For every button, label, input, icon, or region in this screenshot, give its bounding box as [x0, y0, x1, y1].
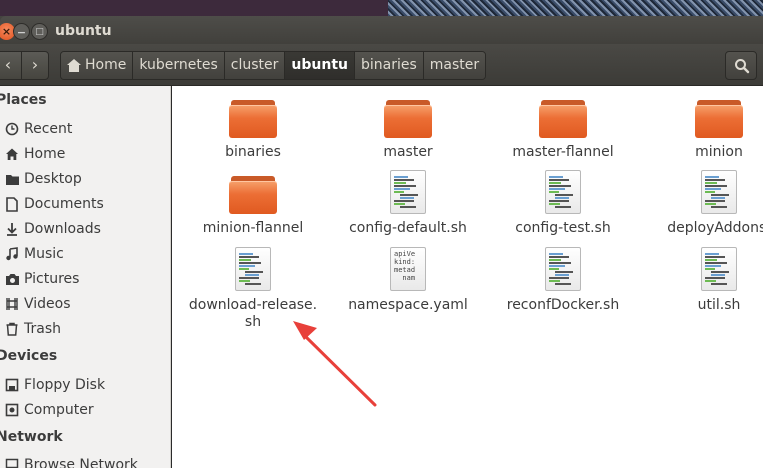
network-header: Network	[0, 429, 63, 445]
maximize-window-button[interactable]: □	[31, 23, 48, 40]
sidebar-item-desktop[interactable]: Desktop	[4, 168, 82, 190]
sidebar-item-label: Trash	[24, 321, 61, 337]
breadcrumb-label: kubernetes	[139, 57, 218, 73]
file-view: binaries master master-flannel minion mi…	[172, 86, 763, 468]
music-note-icon	[4, 246, 20, 262]
sidebar-item-trash[interactable]: Trash	[4, 318, 61, 340]
devices-header: Devices	[0, 348, 58, 364]
sidebar-item-label: Documents	[24, 196, 104, 212]
breadcrumb-label: cluster	[230, 57, 279, 73]
breadcrumb-master[interactable]: master	[423, 52, 486, 79]
forward-button[interactable]: ›	[21, 51, 49, 80]
window-title: ubuntu	[55, 23, 112, 39]
breadcrumb-ubuntu[interactable]: ubuntu	[285, 52, 356, 79]
desktop-background-left	[0, 0, 388, 16]
sidebar-item-recent[interactable]: Recent	[4, 118, 72, 140]
breadcrumb-home[interactable]: Home	[61, 52, 134, 79]
sidebar-item-label: Videos	[24, 296, 71, 312]
search-button[interactable]	[725, 51, 757, 80]
sidebar-item-label: Downloads	[24, 221, 101, 237]
documents-icon	[4, 196, 20, 212]
network-icon	[4, 457, 20, 468]
sidebar-item-documents[interactable]: Documents	[4, 193, 104, 215]
home-icon	[67, 59, 81, 72]
desktop-background-photo	[388, 0, 763, 16]
back-button[interactable]: ‹	[0, 51, 22, 80]
minimize-icon: −	[16, 26, 27, 39]
computer-icon	[4, 402, 20, 418]
home-icon	[4, 146, 20, 162]
sidebar-item-label: Recent	[24, 121, 73, 137]
toolbar: ‹ › Home kubernetes cluster ubuntu binar…	[0, 44, 763, 86]
sidebar: Places Recent Home Desktop Documents Dow…	[0, 86, 171, 468]
film-icon	[4, 296, 20, 312]
chevron-right-icon: ›	[31, 55, 39, 74]
breadcrumb-cluster[interactable]: cluster	[224, 52, 286, 79]
breadcrumb-label: binaries	[361, 57, 417, 73]
breadcrumb-label: master	[429, 57, 480, 73]
sidebar-item-label: Browse Network	[24, 457, 138, 468]
desktop-folder-icon	[4, 171, 20, 187]
trash-icon	[4, 321, 20, 337]
close-icon: ×	[1, 25, 12, 38]
download-arrow-icon	[4, 221, 20, 237]
sidebar-item-computer[interactable]: Computer	[4, 399, 94, 421]
chevron-left-icon: ‹	[4, 55, 12, 74]
floppy-icon	[4, 377, 20, 393]
breadcrumb-binaries[interactable]: binaries	[355, 52, 424, 79]
annotation-arrow	[293, 321, 377, 407]
breadcrumb: Home kubernetes cluster ubuntu binaries …	[60, 51, 487, 80]
sidebar-item-music[interactable]: Music	[4, 243, 64, 265]
sidebar-item-pictures[interactable]: Pictures	[4, 268, 79, 290]
sidebar-item-label: Pictures	[24, 271, 80, 287]
clock-icon	[4, 121, 20, 137]
sidebar-item-downloads[interactable]: Downloads	[4, 218, 101, 240]
minimize-window-button[interactable]: −	[13, 23, 30, 40]
sidebar-item-browse-network[interactable]: Browse Network	[4, 454, 138, 468]
breadcrumb-label: Home	[85, 57, 127, 73]
maximize-icon: □	[35, 27, 44, 37]
sidebar-item-floppy-disk[interactable]: Floppy Disk	[4, 374, 105, 396]
sidebar-item-label: Music	[24, 246, 64, 262]
sidebar-item-home[interactable]: Home	[4, 143, 65, 165]
sidebar-item-label: Desktop	[24, 171, 82, 187]
sidebar-item-videos[interactable]: Videos	[4, 293, 71, 315]
window-titlebar: × − □ ubuntu	[0, 0, 763, 48]
sidebar-item-label: Home	[24, 146, 66, 162]
places-header: Places	[0, 92, 47, 108]
sidebar-item-label: Computer	[24, 402, 94, 418]
breadcrumb-label: ubuntu	[291, 57, 349, 73]
breadcrumb-kubernetes[interactable]: kubernetes	[133, 52, 225, 79]
camera-icon	[4, 271, 20, 287]
sidebar-item-label: Floppy Disk	[24, 377, 106, 393]
search-icon	[735, 59, 750, 74]
